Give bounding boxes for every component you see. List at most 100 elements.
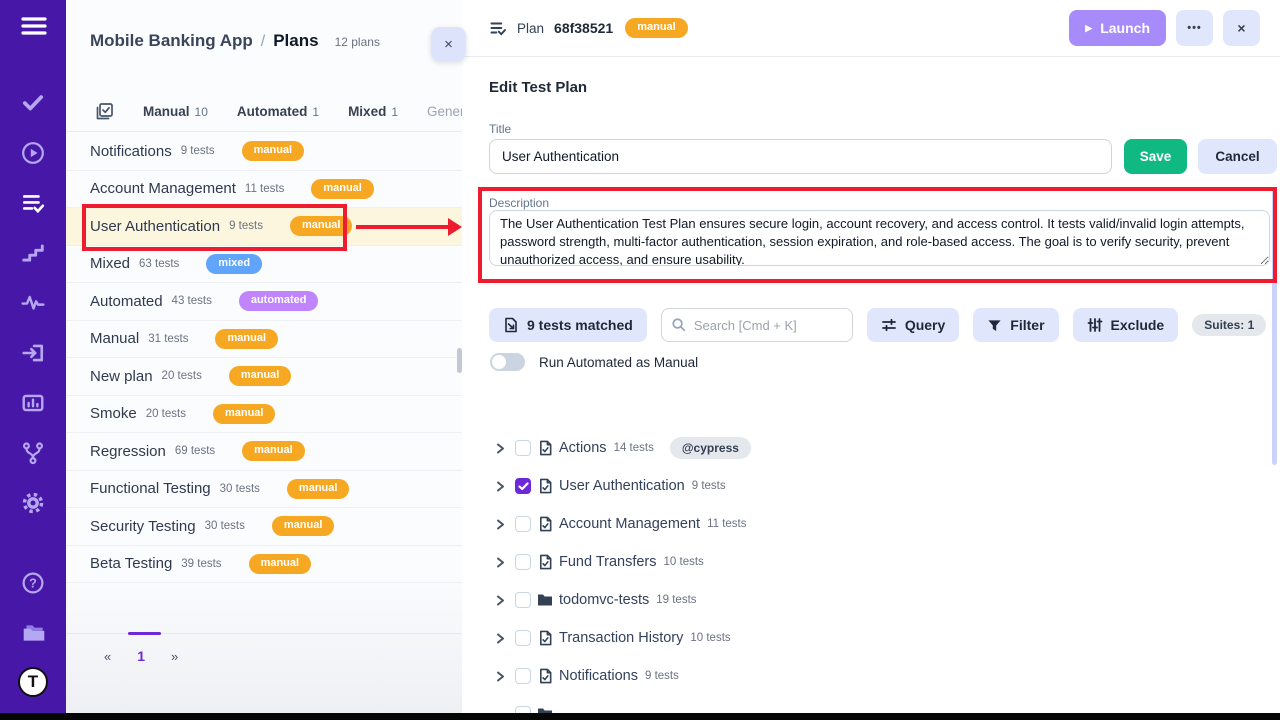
- plan-row-manual[interactable]: Manual 31 tests manual: [66, 321, 462, 359]
- analytics-icon[interactable]: [21, 391, 45, 415]
- copy-check-icon[interactable]: [94, 102, 114, 122]
- suite-document-icon: [537, 478, 553, 494]
- chevron-right-icon[interactable]: [493, 632, 506, 645]
- suite-row-fund-transfers[interactable]: Fund Transfers 10 tests: [493, 543, 1270, 581]
- plan-row-functional-testing[interactable]: Functional Testing 30 tests manual: [66, 471, 462, 509]
- chevron-right-icon[interactable]: [493, 594, 506, 607]
- testomat-logo[interactable]: T: [18, 667, 48, 697]
- tab-general[interactable]: Gener: [427, 104, 462, 119]
- filter-button[interactable]: Filter: [973, 308, 1058, 342]
- tests-matched-button[interactable]: 9 tests matched: [489, 308, 647, 342]
- chevron-right-icon[interactable]: [493, 518, 506, 531]
- suite-checkbox[interactable]: [515, 554, 531, 570]
- import-icon[interactable]: [21, 341, 45, 365]
- plans-scrollbar[interactable]: [457, 348, 462, 373]
- menu-icon[interactable]: [21, 14, 45, 38]
- pagination: « 1 »: [66, 633, 462, 664]
- plan-badge: manual: [215, 329, 278, 349]
- launch-button[interactable]: ▶ Launch: [1069, 10, 1166, 46]
- runs-play-icon[interactable]: [21, 141, 45, 165]
- svg-text:?: ?: [29, 577, 37, 591]
- plan-name: Beta Testing: [90, 555, 172, 572]
- plan-row-mixed[interactable]: Mixed 63 tests mixed: [66, 246, 462, 284]
- more-options-button[interactable]: •••: [1176, 10, 1213, 46]
- cancel-button[interactable]: Cancel: [1198, 139, 1277, 174]
- chevron-right-icon[interactable]: [493, 442, 506, 455]
- query-button[interactable]: Query: [867, 308, 959, 342]
- suite-checkbox[interactable]: [515, 516, 531, 532]
- run-automated-toggle-row: Run Automated as Manual: [490, 353, 698, 371]
- plan-row-new-plan[interactable]: New plan 20 tests manual: [66, 358, 462, 396]
- suite-row-account-management[interactable]: Account Management 11 tests: [493, 505, 1270, 543]
- breadcrumb: Mobile Banking App / Plans 12 plans: [90, 31, 380, 51]
- tab-mixed[interactable]: Mixed 1: [348, 104, 398, 119]
- run-automated-toggle[interactable]: [490, 353, 525, 371]
- plans-count: 12 plans: [335, 35, 380, 49]
- suite-row-todomvc-tests[interactable]: todomvc-tests 19 tests: [493, 581, 1270, 619]
- plan-badge: manual: [249, 554, 312, 574]
- plan-badge: manual: [287, 479, 350, 499]
- plan-test-count: 63 tests: [139, 258, 179, 270]
- pulse-icon[interactable]: [21, 291, 45, 315]
- branches-icon[interactable]: [21, 441, 45, 465]
- detail-scrollbar[interactable]: [1272, 190, 1277, 465]
- suite-checkbox[interactable]: [515, 440, 531, 456]
- plan-row-regression[interactable]: Regression 69 tests manual: [66, 433, 462, 471]
- tests-toolbar: 9 tests matched Query Filter Exclude Sui…: [489, 308, 1266, 342]
- pagination-prev[interactable]: «: [104, 649, 111, 664]
- plan-test-count: 9 tests: [229, 220, 263, 232]
- suite-checkbox[interactable]: [515, 592, 531, 608]
- title-input[interactable]: [489, 139, 1112, 174]
- suite-row-actions[interactable]: Actions 14 tests @cypress: [493, 429, 1270, 467]
- tab-automated[interactable]: Automated 1: [237, 104, 319, 119]
- plan-row-user-authentication[interactable]: User Authentication 9 tests manual: [66, 208, 462, 246]
- project-title[interactable]: Mobile Banking App: [90, 31, 253, 51]
- suite-row-transaction-history[interactable]: Transaction History 10 tests: [493, 619, 1270, 657]
- steps-icon[interactable]: [21, 241, 45, 265]
- title-label: Title: [489, 122, 511, 136]
- app: ? T Mobile Banking App / Plans 12 plans …: [0, 0, 1280, 720]
- search-input[interactable]: [661, 308, 853, 342]
- tab-manual[interactable]: Manual 10: [143, 104, 208, 119]
- plan-test-count: 69 tests: [175, 445, 215, 457]
- chevron-right-icon[interactable]: [493, 670, 506, 683]
- plan-row-smoke[interactable]: Smoke 20 tests manual: [66, 396, 462, 434]
- plan-row-account-management[interactable]: Account Management 11 tests manual: [66, 171, 462, 209]
- plan-test-count: 30 tests: [205, 520, 245, 532]
- suite-row-user-authentication[interactable]: User Authentication 9 tests: [493, 467, 1270, 505]
- pagination-page-1[interactable]: 1: [137, 648, 145, 664]
- plan-name: Smoke: [90, 405, 137, 422]
- test-plans-list-icon[interactable]: [21, 191, 45, 215]
- suite-checkbox[interactable]: [515, 630, 531, 646]
- description-textarea[interactable]: The User Authentication Test Plan ensure…: [489, 210, 1270, 266]
- save-button[interactable]: Save: [1124, 139, 1187, 174]
- suite-checkbox[interactable]: [515, 668, 531, 684]
- plan-row-notifications[interactable]: Notifications 9 tests manual: [66, 133, 462, 171]
- plan-badge: mixed: [206, 254, 262, 274]
- plan-row-security-testing[interactable]: Security Testing 30 tests manual: [66, 508, 462, 546]
- tests-check-icon[interactable]: [21, 90, 45, 114]
- plan-badge: automated: [239, 291, 319, 311]
- plan-badge: manual: [229, 366, 292, 386]
- suite-row-notifications[interactable]: Notifications 9 tests: [493, 657, 1270, 695]
- close-plan-button[interactable]: ×: [1223, 10, 1260, 46]
- suite-checkbox[interactable]: [515, 706, 531, 713]
- plan-test-count: 30 tests: [220, 483, 260, 495]
- suite-row-partial[interactable]: [493, 695, 1270, 713]
- chevron-right-icon[interactable]: [493, 556, 506, 569]
- matched-doc-icon: [503, 317, 519, 333]
- projects-folder-icon[interactable]: [21, 621, 45, 645]
- plans-tabs: Manual 10 Automated 1 Mixed 1 Gener: [66, 92, 462, 132]
- close-plans-panel-button[interactable]: ×: [431, 27, 466, 61]
- filter-funnel-icon: [987, 318, 1002, 333]
- plan-name: Security Testing: [90, 518, 196, 535]
- settings-gear-icon[interactable]: [21, 491, 45, 515]
- chevron-right-icon[interactable]: [493, 480, 506, 493]
- plan-row-beta-testing[interactable]: Beta Testing 39 tests manual: [66, 546, 462, 584]
- pagination-next[interactable]: »: [171, 649, 178, 664]
- help-icon[interactable]: ?: [21, 571, 45, 595]
- suite-checkbox-checked[interactable]: [515, 478, 531, 494]
- exclude-button[interactable]: Exclude: [1073, 308, 1179, 342]
- plan-row-automated[interactable]: Automated 43 tests automated: [66, 283, 462, 321]
- plan-name: Manual: [90, 330, 139, 347]
